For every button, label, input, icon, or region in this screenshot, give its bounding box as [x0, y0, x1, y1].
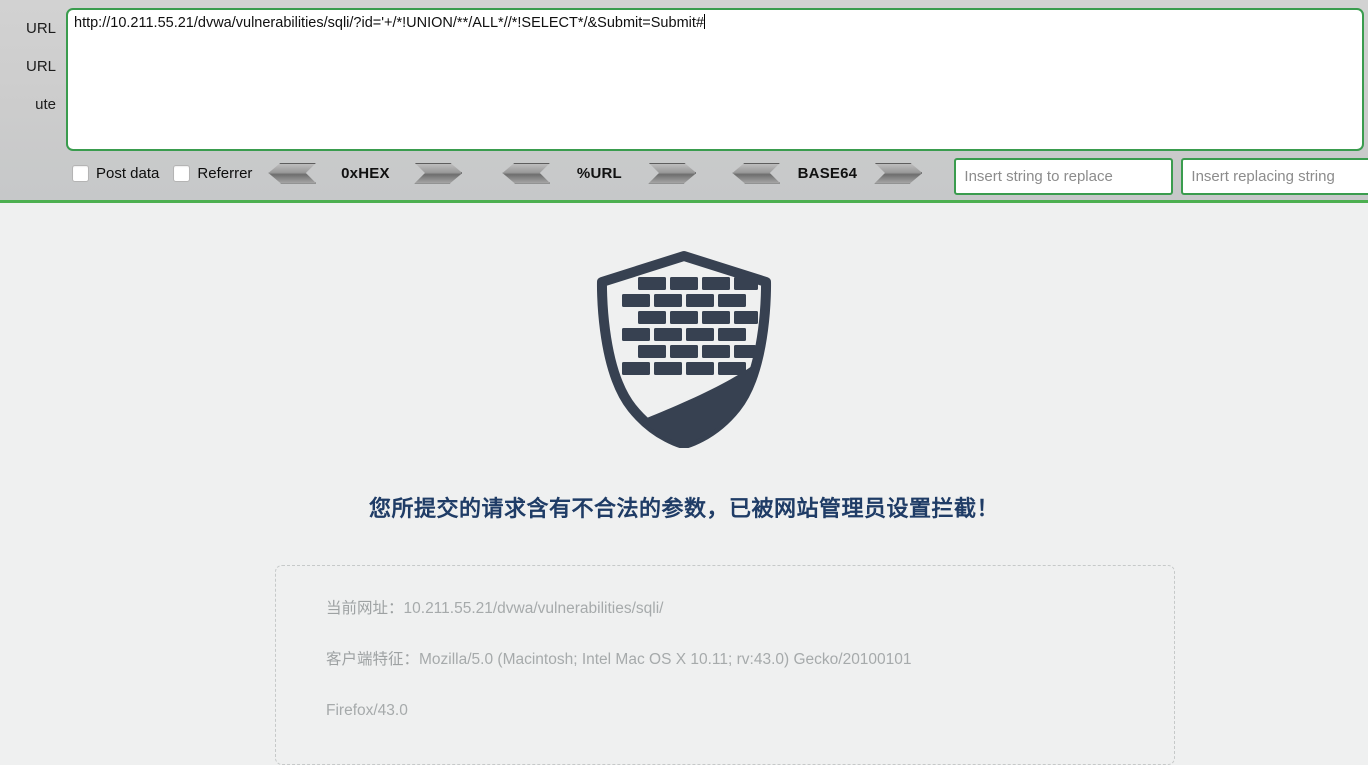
arrow-right-icon[interactable] — [648, 162, 697, 184]
arrow-right-icon[interactable] — [874, 162, 923, 184]
detail-label: 当前网址： — [326, 600, 404, 617]
checkbox-icon[interactable] — [72, 164, 89, 182]
url-encoder-label: %URL — [576, 164, 622, 182]
detail-value: 10.211.55.21/dvwa/vulnerabilities/sqli/ — [403, 600, 664, 617]
sidebar-label-split-url[interactable]: URL — [0, 48, 62, 86]
firewall-shield-brick-icon — [596, 251, 772, 448]
url-encoder-group: %URL — [502, 161, 697, 185]
sidebar-label-execute[interactable]: ute — [0, 86, 62, 124]
sidebar-label-load-url[interactable]: URL — [0, 10, 62, 48]
hex-encoder-label: 0xHEX — [341, 164, 390, 182]
hackbar-label-column: URL URL ute — [0, 0, 62, 160]
referrer-checkbox[interactable]: Referrer — [173, 162, 252, 184]
hackbar-control-row: Post data Referrer 0xHEX %URL BASE64 — [0, 158, 1368, 203]
text-caret — [703, 14, 705, 29]
referrer-label: Referrer — [197, 164, 253, 182]
hackbar-toolbar: URL URL ute http://10.211.55.21/dvwa/vul… — [0, 0, 1368, 203]
post-data-checkbox[interactable]: Post data — [72, 162, 159, 184]
base64-encoder-group: BASE64 — [732, 161, 923, 185]
request-details-box: 当前网址：10.211.55.21/dvwa/vulnerabilities/s… — [275, 565, 1175, 765]
post-data-label: Post data — [96, 164, 160, 182]
detail-current-url: 当前网址：10.211.55.21/dvwa/vulnerabilities/s… — [326, 598, 1174, 619]
base64-encoder-label: BASE64 — [797, 164, 858, 182]
hex-encoder-group: 0xHEX — [268, 161, 463, 185]
detail-user-agent-continued: Firefox/43.0 — [326, 700, 1174, 721]
arrow-left-icon[interactable] — [732, 162, 781, 184]
detail-label: 客户端特征： — [326, 651, 420, 668]
replace-string-input[interactable] — [1181, 158, 1368, 195]
checkbox-icon[interactable] — [173, 164, 191, 182]
url-input[interactable]: http://10.211.55.21/dvwa/vulnerabilities… — [66, 8, 1364, 151]
arrow-left-icon[interactable] — [268, 162, 317, 184]
detail-value: Firefox/43.0 — [326, 702, 408, 719]
detail-value: Mozilla/5.0 (Macintosh; Intel Mac OS X 1… — [419, 651, 912, 668]
blocked-page: 您所提交的请求含有不合法的参数，已被网站管理员设置拦截！ 当前网址：10.211… — [0, 203, 1368, 765]
arrow-right-icon[interactable] — [414, 162, 463, 184]
url-input-value: http://10.211.55.21/dvwa/vulnerabilities… — [74, 15, 704, 31]
firewall-logo-wrap — [0, 248, 1368, 448]
search-string-input[interactable] — [954, 158, 1174, 195]
detail-user-agent: 客户端特征：Mozilla/5.0 (Macintosh; Intel Mac … — [326, 649, 1174, 670]
arrow-left-icon[interactable] — [502, 162, 551, 184]
page-title: 您所提交的请求含有不合法的参数，已被网站管理员设置拦截！ — [368, 496, 999, 521]
